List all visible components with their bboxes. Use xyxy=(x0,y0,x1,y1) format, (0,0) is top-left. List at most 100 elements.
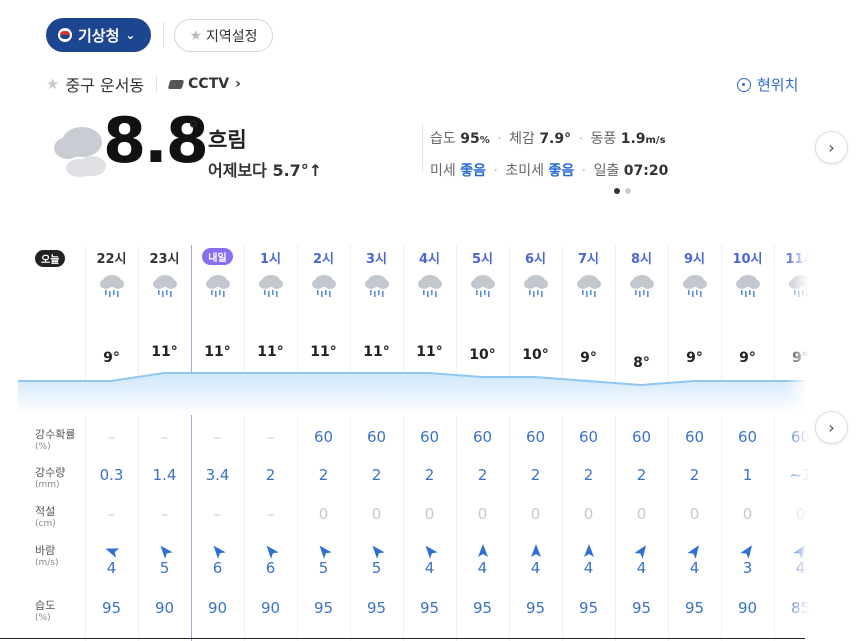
wind-speed-value: 6 xyxy=(265,559,276,577)
rain-icon xyxy=(311,272,337,300)
divider xyxy=(156,76,158,92)
rain-icon xyxy=(152,272,178,300)
precipitation-value: 2 xyxy=(636,466,647,484)
location-name: 중구 운서동 xyxy=(65,76,145,95)
wind-speed-value: 4 xyxy=(636,559,647,577)
cloudy-icon xyxy=(54,127,106,177)
wind-direction-arrow-icon xyxy=(425,545,438,559)
precip-probability-value: 60 xyxy=(737,428,758,446)
precip-probability-value: 60 xyxy=(472,428,493,446)
hour-time: 23시 xyxy=(149,252,180,267)
precipitation-value: 2 xyxy=(583,466,594,484)
current-details: 습도 95% · 체감 7.9° · 동풍 1.9m/s 미세 좋음 · 초미세… xyxy=(430,131,669,179)
wind-speed-value: 5 xyxy=(318,559,329,577)
rain-icon xyxy=(682,272,708,300)
hour-time: 9시 xyxy=(683,252,705,267)
temperature-graph xyxy=(18,372,805,415)
label-text: 강수확률 xyxy=(35,428,76,441)
dust-value: 좋음 xyxy=(460,163,486,179)
humidity-value: 95 xyxy=(472,599,493,617)
snow-value: 0 xyxy=(636,505,647,523)
label-text: 바람 xyxy=(35,544,56,557)
label-unit: (%) xyxy=(35,442,51,452)
precip-probability-value: – xyxy=(266,428,275,446)
snow-value: 0 xyxy=(583,505,594,523)
humidity-value: 95 xyxy=(419,599,440,617)
rain-icon xyxy=(735,272,761,300)
hour-column: 3시 11° 60 2 0 95 5 xyxy=(350,245,403,641)
crosshair-icon xyxy=(737,77,751,92)
today-badge: 오늘 xyxy=(35,248,66,267)
cctv-link[interactable]: CCTV › xyxy=(167,76,241,92)
wind-direction-arrow-icon xyxy=(740,545,753,559)
bottom-border xyxy=(0,638,805,639)
rain-icon xyxy=(99,272,125,300)
precipitation-value: 2 xyxy=(424,466,435,484)
hour-time: 4시 xyxy=(418,252,440,267)
hour-time: 5시 xyxy=(471,252,493,267)
favorite-star-icon[interactable]: ★ xyxy=(46,75,59,93)
sunrise-value: 07:20 xyxy=(623,163,669,179)
precip-probability-value: 60 xyxy=(578,428,599,446)
hour-column: 2시 11° 60 2 0 95 5 xyxy=(297,245,350,641)
wind-direction-arrow-icon xyxy=(634,545,647,559)
my-location-button[interactable]: 현위치 xyxy=(737,74,798,95)
page-dot[interactable] xyxy=(625,188,631,194)
rain-icon xyxy=(576,272,602,300)
current-condition: 흐림 xyxy=(208,128,247,152)
humidity-value: 95 xyxy=(631,599,652,617)
hour-time: 10시 xyxy=(732,252,763,267)
kma-logo-icon xyxy=(58,28,72,42)
wind-speed-value: 4 xyxy=(583,559,594,577)
wind-direction-arrow-icon xyxy=(372,545,385,559)
star-icon: ★ xyxy=(189,27,203,44)
humidity-value: 90 xyxy=(207,599,228,617)
snow-value: 0 xyxy=(318,505,329,523)
label-unit: (%) xyxy=(35,613,51,623)
humidity-value: 95 xyxy=(525,599,546,617)
precipitation-value: 0.3 xyxy=(99,466,124,484)
region-setting-button[interactable]: ★ 지역설정 xyxy=(174,19,273,52)
wind-direction-arrow-icon xyxy=(687,545,700,559)
precip-probability-value: 60 xyxy=(684,428,705,446)
precip-probability-label: 강수확률 (%) xyxy=(35,428,75,454)
label-text: 적설 xyxy=(35,505,56,518)
degree-symbol: ° xyxy=(188,118,199,143)
snow-value: – xyxy=(213,505,222,523)
chevron-down-icon: ⌄ xyxy=(125,28,136,42)
region-setting-label: 지역설정 xyxy=(206,28,258,45)
humidity-unit: % xyxy=(479,135,490,146)
precipitation-value: 2 xyxy=(530,466,541,484)
wind-label: 바람 (m/s) xyxy=(35,544,59,570)
snow-value: 0 xyxy=(424,505,435,523)
wind-direction-arrow-icon xyxy=(478,544,488,557)
next-button[interactable]: › xyxy=(815,131,848,164)
provider-button[interactable]: 기상청 ⌄ xyxy=(46,18,151,52)
humidity-value: 95 xyxy=(460,131,480,147)
today-label: 오늘 xyxy=(35,250,66,267)
page-dot-active[interactable] xyxy=(614,188,620,194)
snow-value: 0 xyxy=(371,505,382,523)
provider-label: 기상청 xyxy=(78,26,120,45)
temperature-area xyxy=(18,373,805,415)
rain-icon xyxy=(258,272,284,300)
ultrafine-dust-value: 좋음 xyxy=(548,163,575,179)
sunrise-label: 일출 xyxy=(593,163,620,179)
rain-icon xyxy=(364,272,390,300)
wind-speed-value: 5 xyxy=(371,559,382,577)
hour-column: 8시 8° 60 2 0 95 4 xyxy=(615,245,668,641)
feels-label: 체감 xyxy=(509,131,535,147)
humidity-value: 90 xyxy=(260,599,281,617)
wind-speed-value: 6 xyxy=(212,559,223,577)
hourly-next-button[interactable]: › xyxy=(815,411,848,444)
snow-value: 0 xyxy=(742,505,753,523)
divider xyxy=(163,22,164,48)
humidity-value: 90 xyxy=(737,599,758,617)
precipitation-value: 2 xyxy=(689,466,700,484)
rain-icon xyxy=(205,272,231,300)
snow-value: – xyxy=(107,505,116,523)
snow-value: – xyxy=(160,505,169,523)
chevron-right-icon: › xyxy=(828,418,835,437)
rain-icon xyxy=(523,272,549,300)
label-unit: (mm) xyxy=(35,480,60,490)
